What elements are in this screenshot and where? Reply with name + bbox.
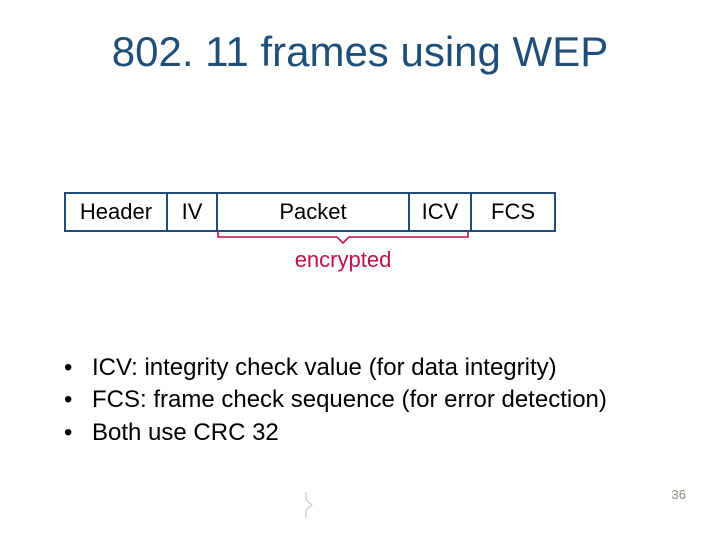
footer-mark-icon	[302, 490, 320, 520]
bullet-list: •ICV: integrity check value (for data in…	[64, 352, 607, 449]
frame-row: Header IV Packet ICV FCS	[64, 192, 556, 232]
encrypted-bracket: encrypted	[217, 231, 469, 273]
slide-title: 802. 11 frames using WEP	[0, 28, 720, 76]
list-item: •Both use CRC 32	[64, 417, 607, 449]
bullet-text: ICV: integrity check value (for data int…	[92, 354, 557, 381]
field-icv: ICV	[410, 194, 472, 230]
bullet-dot-icon: •	[64, 417, 92, 449]
field-fcs: FCS	[472, 194, 554, 230]
frame-diagram: Header IV Packet ICV FCS encrypted	[64, 192, 556, 232]
bullet-text: Both use CRC 32	[92, 419, 279, 446]
list-item: •FCS: frame check sequence (for error de…	[64, 384, 607, 416]
bullet-dot-icon: •	[64, 384, 92, 416]
page-number: 36	[672, 487, 686, 502]
slide: 802. 11 frames using WEP Header IV Packe…	[0, 0, 720, 540]
field-packet: Packet	[218, 194, 410, 230]
field-header: Header	[66, 194, 168, 230]
encrypted-label: encrypted	[217, 247, 469, 273]
list-item: •ICV: integrity check value (for data in…	[64, 352, 607, 384]
bullet-dot-icon: •	[64, 352, 92, 384]
bullet-text: FCS: frame check sequence (for error det…	[92, 386, 607, 413]
field-iv: IV	[168, 194, 218, 230]
